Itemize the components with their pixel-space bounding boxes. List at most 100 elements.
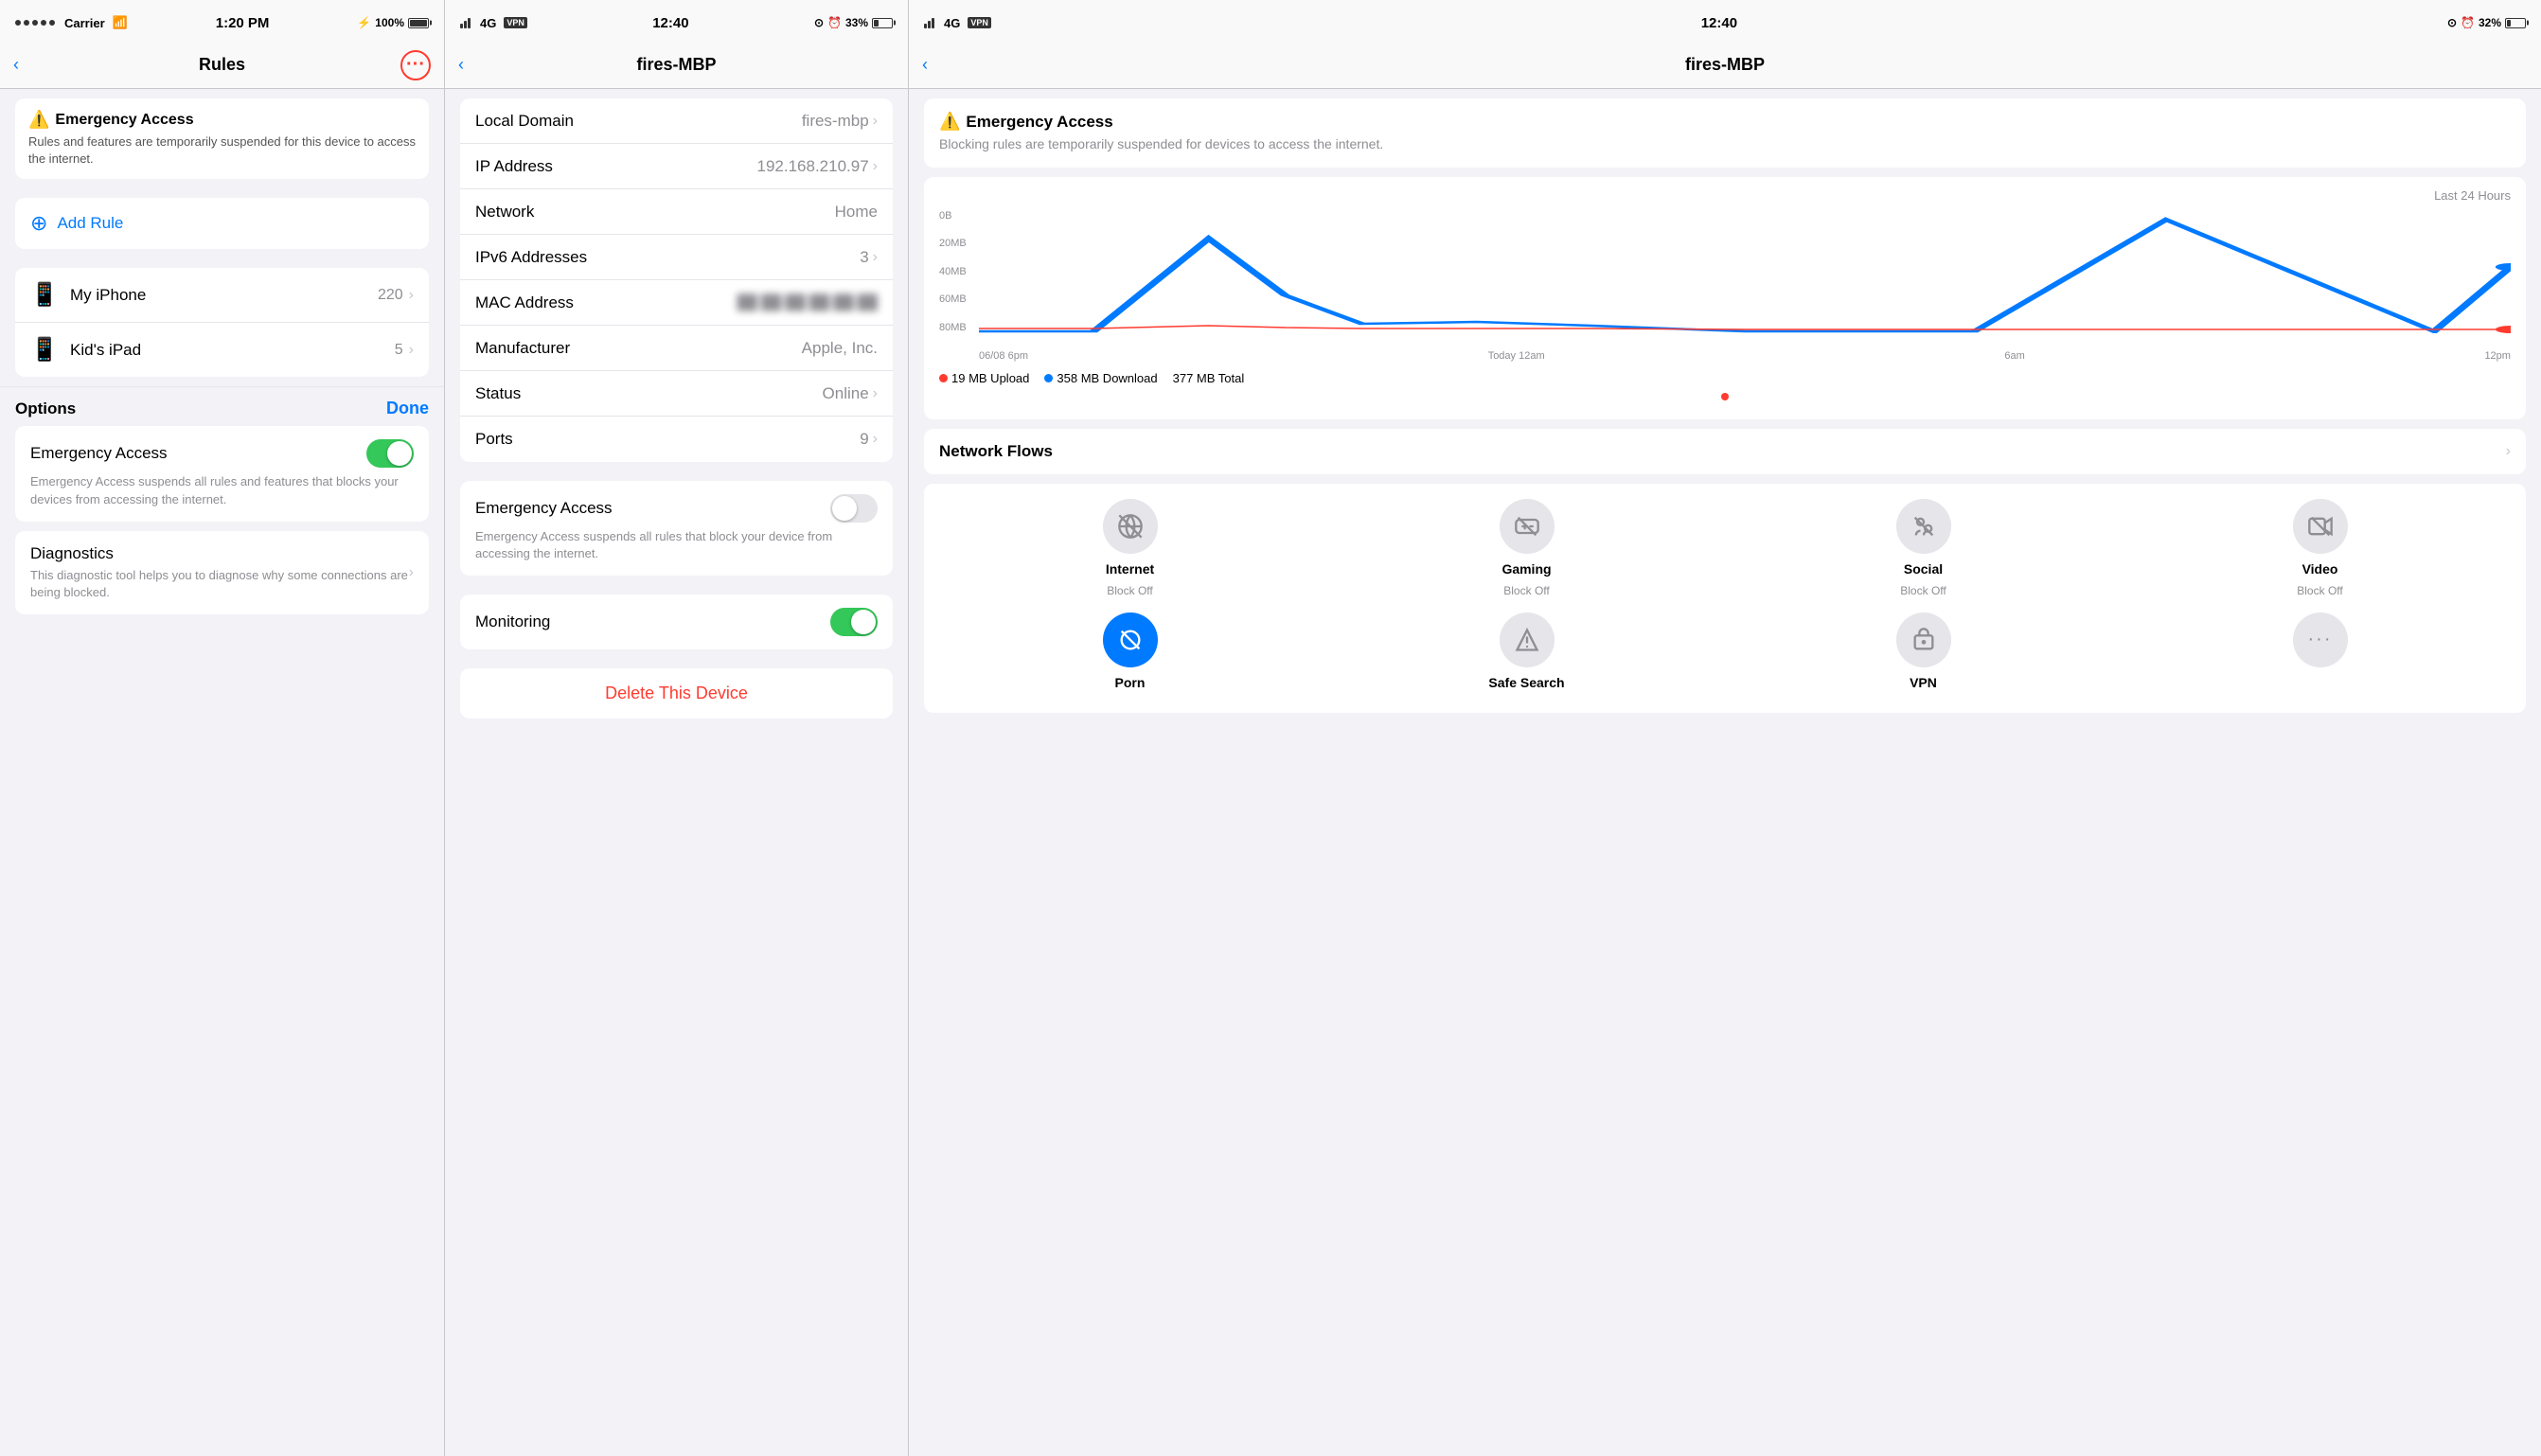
add-rule-label: Add Rule (57, 214, 123, 233)
internet-block-label: Internet (1106, 561, 1154, 577)
chart-area: 80MB 60MB 40MB 20MB 0B (939, 210, 2511, 362)
network-value: Home (835, 203, 878, 222)
vpn-icon (1910, 627, 1937, 653)
x-label-4: 12pm (2484, 350, 2511, 362)
delete-device-button[interactable]: Delete This Device (460, 668, 893, 719)
emergency-toggle-section: Emergency Access (475, 494, 878, 523)
block-item-porn[interactable]: Porn (939, 613, 1321, 698)
emergency-banner-1: ⚠️ Emergency Access Rules and features a… (15, 98, 429, 179)
emergency-text-3: Blocking rules are temporarily suspended… (939, 135, 2511, 154)
diagnostics-row[interactable]: Diagnostics This diagnostic tool helps y… (15, 531, 429, 614)
panel-device-chart: 4G VPN 12:40 ⊙ ⏰ 32% ‹ fires-MBP ⚠️ Emer… (909, 0, 2541, 1456)
p3-scrollable[interactable]: ⚠️ Emergency Access Blocking rules are t… (909, 89, 2541, 1456)
back-button-3[interactable]: ‹ (922, 55, 928, 75)
status-bar-2: 4G VPN 12:40 ⊙ ⏰ 33% (445, 0, 908, 42)
block-item-more[interactable]: ··· (2129, 613, 2511, 698)
chart-dots (939, 385, 2511, 408)
add-rule-button[interactable]: ⊕ Add Rule (15, 198, 429, 249)
page-title-3: fires-MBP (1685, 55, 1765, 75)
info-row-ip: IP Address 192.168.210.97 › (460, 144, 893, 189)
upload-dot (939, 374, 948, 382)
emergency-label-2: Emergency Access (475, 499, 613, 518)
status-value: Online › (823, 384, 878, 403)
info-row-ports: Ports 9 › (460, 417, 893, 462)
status-label: Status (475, 384, 521, 403)
signal-bars-3 (924, 18, 934, 28)
block-item-gaming[interactable]: Gaming Block Off (1336, 499, 1717, 597)
safesearch-block-label: Safe Search (1488, 675, 1564, 690)
chevron-localdomain: › (873, 113, 878, 130)
chart-legend: 19 MB Upload 358 MB Download 377 MB Tota… (939, 371, 2511, 385)
info-row-network: Network Home (460, 189, 893, 235)
safe-search-icon (1514, 627, 1540, 653)
device-row-ipad[interactable]: 📱 Kid's iPad 5 › (15, 323, 429, 377)
block-item-video[interactable]: Video Block Off (2129, 499, 2511, 597)
mac-label: MAC Address (475, 293, 574, 312)
network-label-2: 4G (480, 16, 496, 30)
time-3: 12:40 (1701, 15, 1737, 31)
chart-y-labels: 80MB 60MB 40MB 20MB 0B (939, 210, 975, 333)
y-label-80: 80MB (939, 322, 975, 333)
alarm-icon: ⏰ (827, 16, 842, 29)
chevron-status: › (873, 385, 878, 402)
porn-icon-circle (1103, 613, 1158, 667)
total-label: 377 MB Total (1173, 371, 1245, 385)
local-domain-value: fires-mbp › (802, 112, 878, 131)
more-button[interactable]: ··· (400, 50, 431, 80)
device-list: 📱 My iPhone 220 › 📱 Kid's iPad 5 › (15, 268, 429, 377)
more-icon-circle: ··· (2293, 613, 2348, 667)
diagnostics-content: Diagnostics This diagnostic tool helps y… (30, 544, 409, 601)
panel-rules: Carrier 📶 1:20 PM ⚡ 100% ‹ Rules ··· ⚠️ … (0, 0, 445, 1456)
upload-legend: 19 MB Upload (939, 371, 1029, 385)
chevron-ports: › (873, 431, 878, 448)
wifi-icon: 📶 (113, 15, 128, 30)
more-dots-icon-block: ··· (2308, 629, 2333, 650)
battery-icon-2 (872, 18, 893, 28)
chart-title: Last 24 Hours (939, 188, 2511, 203)
emergency-text-1: Rules and features are temporarily suspe… (28, 133, 416, 168)
x-label-1: 06/08 6pm (979, 350, 1028, 362)
emergency-title-3: ⚠️ Emergency Access (939, 112, 2511, 132)
add-icon: ⊕ (30, 211, 47, 236)
network-flows-row[interactable]: Network Flows › (924, 429, 2526, 474)
block-item-internet[interactable]: Internet Block Off (939, 499, 1321, 597)
mac-value: ██ ██:██ ██:██:██ (737, 294, 878, 311)
video-block-label: Video (2302, 561, 2338, 577)
page-title-2: fires-MBP (636, 55, 716, 75)
device-row-iphone[interactable]: 📱 My iPhone 220 › (15, 268, 429, 323)
more-dots-icon[interactable]: ··· (400, 50, 431, 80)
ports-label: Ports (475, 430, 513, 449)
monitoring-row: Monitoring (460, 595, 893, 649)
local-domain-label: Local Domain (475, 112, 574, 131)
internet-block-icon (1117, 513, 1144, 540)
social-icon-circle (1896, 499, 1951, 554)
emergency-access-toggle[interactable] (366, 439, 414, 468)
signal-bars-2 (460, 18, 471, 28)
chevron-ip: › (873, 158, 878, 175)
device-name-ipad: Kid's iPad (70, 341, 395, 360)
block-item-vpn[interactable]: VPN (1732, 613, 2114, 698)
signal-dots (15, 20, 55, 26)
toggle-thumb-ea (832, 496, 857, 521)
chevron-back-icon-3: ‹ (922, 55, 928, 75)
done-button[interactable]: Done (386, 399, 429, 418)
vpn-block-label: VPN (1910, 675, 1937, 690)
ipv6-label: IPv6 Addresses (475, 248, 587, 267)
chevron-back-icon-2: ‹ (458, 55, 464, 75)
info-row-manufacturer: Manufacturer Apple, Inc. (460, 326, 893, 371)
warning-icon-3: ⚠️ (939, 112, 960, 132)
video-block-status: Block Off (2297, 584, 2342, 597)
status-bar-1: Carrier 📶 1:20 PM ⚡ 100% (0, 0, 444, 42)
total-legend: 377 MB Total (1173, 371, 1245, 385)
emergency-title-1: ⚠️ Emergency Access (28, 110, 416, 130)
block-item-safesearch[interactable]: Safe Search (1336, 613, 1717, 698)
emergency-toggle-2[interactable] (830, 494, 878, 523)
download-label: 358 MB Download (1057, 371, 1157, 385)
status-left-2: 4G VPN (460, 16, 527, 30)
x-label-2: Today 12am (1488, 350, 1545, 362)
back-button-2[interactable]: ‹ (458, 55, 464, 75)
block-item-social[interactable]: Social Block Off (1732, 499, 2114, 597)
chart-card: Last 24 Hours 80MB 60MB 40MB 20MB 0B (924, 177, 2526, 419)
back-button-1[interactable]: ‹ (13, 55, 19, 75)
monitoring-toggle[interactable] (830, 608, 878, 636)
